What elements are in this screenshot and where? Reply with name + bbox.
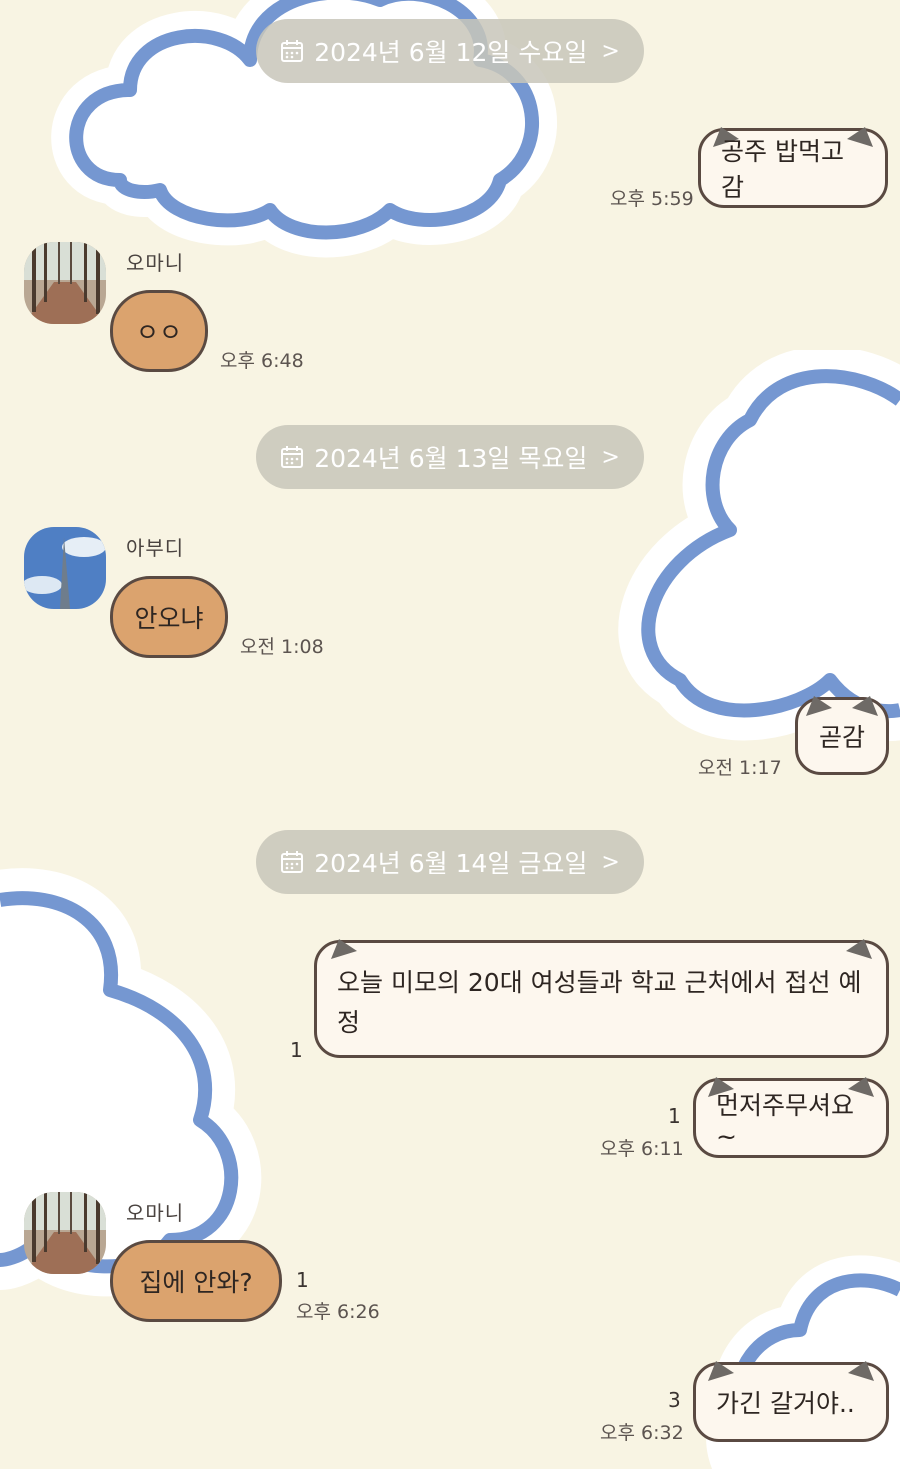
message-bubble-theirs[interactable]: 집에 안와?: [110, 1240, 282, 1322]
unread-count: 3: [668, 1388, 681, 1412]
message-bubble-mine[interactable]: 가긴 갈거야..: [693, 1361, 889, 1442]
cat-ear-icon: [806, 696, 832, 716]
message-bubble-mine[interactable]: 먼저주무셔요~: [693, 1077, 889, 1158]
avatar[interactable]: [24, 527, 106, 609]
sender-name: 오마니: [126, 1201, 185, 1225]
chevron-right-icon: >: [601, 38, 620, 64]
message-text: 집에 안와?: [139, 1268, 253, 1297]
message-text: 곧감: [818, 723, 865, 752]
message-time: 오후 6:26: [296, 1301, 380, 1323]
message-text: 공주 밥먹고감: [721, 137, 844, 202]
chevron-right-icon: >: [601, 444, 620, 470]
message-bubble-mine[interactable]: 오늘 미모의 20대 여성들과 학교 근처에서 접선 예정: [314, 939, 889, 1058]
calendar-icon: [281, 851, 304, 873]
message-time: 오전 1:17: [698, 757, 782, 779]
sender-name: 아부디: [126, 536, 185, 560]
message-time: 오전 1:08: [240, 636, 324, 658]
date-label: 2024년 6월 14일 금요일: [314, 849, 588, 878]
date-divider[interactable]: 2024년 6월 13일 목요일 >: [256, 425, 644, 489]
message-bubble-mine[interactable]: 공주 밥먹고감: [698, 127, 888, 208]
avatar[interactable]: [24, 242, 106, 324]
unread-count: 1: [290, 1038, 303, 1062]
message-time: 오후 6:11: [600, 1138, 684, 1160]
calendar-icon: [281, 40, 304, 62]
date-label: 2024년 6월 12일 수요일: [314, 38, 588, 67]
date-divider[interactable]: 2024년 6월 12일 수요일 >: [256, 19, 644, 83]
message-text: 먼저주무셔요~: [716, 1090, 855, 1151]
avatar[interactable]: [24, 1192, 106, 1274]
message-time: 오후 5:59: [610, 188, 694, 210]
message-time: 오후 6:32: [600, 1422, 684, 1444]
unread-count: 1: [668, 1104, 681, 1128]
message-bubble-theirs[interactable]: ㅇㅇ: [110, 290, 208, 372]
cat-ear-icon: [331, 939, 357, 959]
sender-name: 오마니: [126, 251, 185, 275]
cat-ear-icon: [846, 939, 872, 959]
message-text: 안오냐: [134, 604, 204, 633]
message-text: ㅇㅇ: [135, 318, 182, 347]
message-bubble-theirs[interactable]: 안오냐: [110, 576, 228, 658]
message-time: 오후 6:48: [220, 350, 304, 372]
message-bubble-mine[interactable]: 곧감: [795, 696, 889, 775]
calendar-icon: [281, 446, 304, 468]
message-text: 오늘 미모의 20대 여성들과 학교 근처에서 접선 예정: [337, 968, 862, 1037]
cat-ear-icon: [708, 1361, 734, 1381]
unread-count: 1: [296, 1268, 309, 1292]
cat-ear-icon: [852, 696, 878, 716]
message-text: 가긴 갈거야..: [716, 1389, 855, 1418]
date-label: 2024년 6월 13일 목요일: [314, 444, 588, 473]
date-divider[interactable]: 2024년 6월 14일 금요일 >: [256, 830, 644, 894]
cat-ear-icon: [848, 1361, 874, 1381]
chevron-right-icon: >: [601, 849, 620, 875]
